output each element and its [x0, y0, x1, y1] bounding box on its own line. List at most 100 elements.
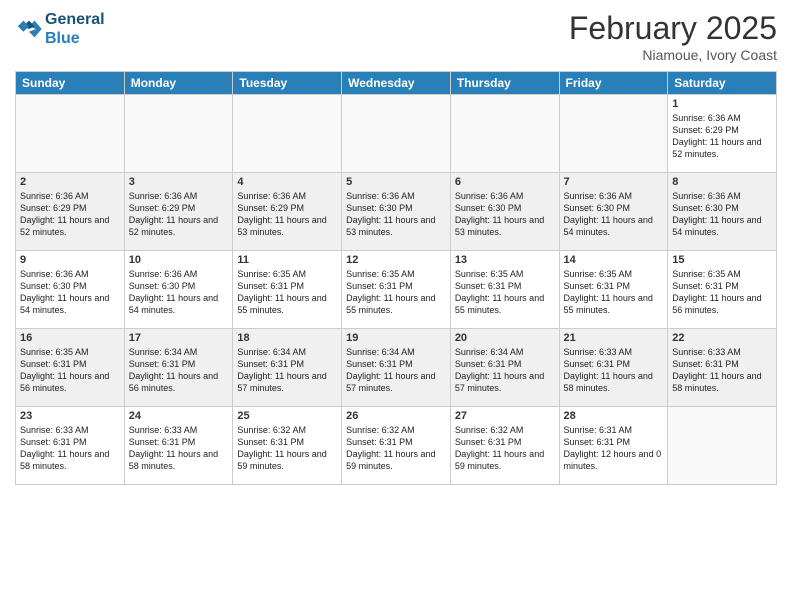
day-info: Sunrise: 6:35 AM Sunset: 6:31 PM Dayligh… [237, 268, 337, 317]
table-row: 20 Sunrise: 6:34 AM Sunset: 6:31 PM Dayli… [450, 329, 559, 407]
col-monday: Monday [124, 72, 233, 95]
table-row: 19 Sunrise: 6:34 AM Sunset: 6:31 PM Dayli… [342, 329, 451, 407]
day-info: Sunrise: 6:35 AM Sunset: 6:31 PM Dayligh… [455, 268, 555, 317]
day-number: 18 [237, 332, 337, 344]
day-number: 7 [564, 176, 664, 188]
day-info: Sunrise: 6:36 AM Sunset: 6:30 PM Dayligh… [564, 190, 664, 239]
logo-text: General Blue [45, 10, 105, 48]
day-info: Sunrise: 6:36 AM Sunset: 6:30 PM Dayligh… [346, 190, 446, 239]
logo: General Blue [15, 10, 105, 48]
day-number: 6 [455, 176, 555, 188]
day-number: 4 [237, 176, 337, 188]
table-row: 11 Sunrise: 6:35 AM Sunset: 6:31 PM Dayli… [233, 251, 342, 329]
day-number: 10 [129, 254, 229, 266]
day-info: Sunrise: 6:32 AM Sunset: 6:31 PM Dayligh… [455, 424, 555, 473]
table-row [233, 95, 342, 173]
header: General Blue February 2025 Niamoue, Ivor… [15, 10, 777, 63]
day-info: Sunrise: 6:36 AM Sunset: 6:29 PM Dayligh… [237, 190, 337, 239]
calendar-week-row: 1 Sunrise: 6:36 AM Sunset: 6:29 PM Daylig… [16, 95, 777, 173]
table-row: 5 Sunrise: 6:36 AM Sunset: 6:30 PM Daylig… [342, 173, 451, 251]
day-info: Sunrise: 6:33 AM Sunset: 6:31 PM Dayligh… [129, 424, 229, 473]
table-row [16, 95, 125, 173]
day-number: 25 [237, 410, 337, 422]
table-row: 7 Sunrise: 6:36 AM Sunset: 6:30 PM Daylig… [559, 173, 668, 251]
table-row: 27 Sunrise: 6:32 AM Sunset: 6:31 PM Dayli… [450, 407, 559, 485]
table-row: 22Sunrise: 6:33 AM Sunset: 6:31 PM Dayli… [668, 329, 777, 407]
day-number: 26 [346, 410, 446, 422]
day-number: 27 [455, 410, 555, 422]
day-info: Sunrise: 6:33 AM Sunset: 6:31 PM Dayligh… [20, 424, 120, 473]
table-row: 3 Sunrise: 6:36 AM Sunset: 6:29 PM Daylig… [124, 173, 233, 251]
day-number: 11 [237, 254, 337, 266]
table-row: 14 Sunrise: 6:35 AM Sunset: 6:31 PM Dayli… [559, 251, 668, 329]
table-row: 24 Sunrise: 6:33 AM Sunset: 6:31 PM Dayli… [124, 407, 233, 485]
table-row: 9 Sunrise: 6:36 AM Sunset: 6:30 PM Daylig… [16, 251, 125, 329]
day-info: Sunrise: 6:34 AM Sunset: 6:31 PM Dayligh… [346, 346, 446, 395]
table-row: 13 Sunrise: 6:35 AM Sunset: 6:31 PM Dayli… [450, 251, 559, 329]
day-info: Sunrise: 6:32 AM Sunset: 6:31 PM Dayligh… [346, 424, 446, 473]
table-row: 15Sunrise: 6:35 AM Sunset: 6:31 PM Dayli… [668, 251, 777, 329]
day-info: Sunrise: 6:33 AM Sunset: 6:31 PM Dayligh… [672, 346, 772, 395]
day-info: Sunrise: 6:34 AM Sunset: 6:31 PM Dayligh… [455, 346, 555, 395]
col-friday: Friday [559, 72, 668, 95]
table-row [124, 95, 233, 173]
day-info: Sunrise: 6:34 AM Sunset: 6:31 PM Dayligh… [129, 346, 229, 395]
table-row: 23 Sunrise: 6:33 AM Sunset: 6:31 PM Dayli… [16, 407, 125, 485]
day-info: Sunrise: 6:36 AM Sunset: 6:30 PM Dayligh… [20, 268, 120, 317]
day-info: Sunrise: 6:32 AM Sunset: 6:31 PM Dayligh… [237, 424, 337, 473]
table-row [559, 95, 668, 173]
day-info: Sunrise: 6:35 AM Sunset: 6:31 PM Dayligh… [564, 268, 664, 317]
table-row [342, 95, 451, 173]
day-number: 5 [346, 176, 446, 188]
table-row: 18 Sunrise: 6:34 AM Sunset: 6:31 PM Dayli… [233, 329, 342, 407]
logo-icon [15, 15, 43, 43]
table-row: 1 Sunrise: 6:36 AM Sunset: 6:29 PM Daylig… [668, 95, 777, 173]
day-number: 16 [20, 332, 120, 344]
col-saturday: Saturday [668, 72, 777, 95]
day-number: 9 [20, 254, 120, 266]
day-number: 28 [564, 410, 664, 422]
day-number: 13 [455, 254, 555, 266]
calendar-week-row: 9 Sunrise: 6:36 AM Sunset: 6:30 PM Daylig… [16, 251, 777, 329]
table-row: 12 Sunrise: 6:35 AM Sunset: 6:31 PM Dayli… [342, 251, 451, 329]
day-info: Sunrise: 6:36 AM Sunset: 6:29 PM Dayligh… [672, 112, 772, 161]
col-tuesday: Tuesday [233, 72, 342, 95]
day-number: 8 [672, 176, 772, 188]
day-info: Sunrise: 6:35 AM Sunset: 6:31 PM Dayligh… [672, 268, 772, 317]
day-number: 24 [129, 410, 229, 422]
day-info: Sunrise: 6:36 AM Sunset: 6:30 PM Dayligh… [672, 190, 772, 239]
day-info: Sunrise: 6:31 AM Sunset: 6:31 PM Dayligh… [564, 424, 664, 473]
table-row: 6Sunrise: 6:36 AM Sunset: 6:30 PM Daylig… [450, 173, 559, 251]
day-number: 21 [564, 332, 664, 344]
day-info: Sunrise: 6:35 AM Sunset: 6:31 PM Dayligh… [346, 268, 446, 317]
day-info: Sunrise: 6:35 AM Sunset: 6:31 PM Dayligh… [20, 346, 120, 395]
day-info: Sunrise: 6:36 AM Sunset: 6:30 PM Dayligh… [129, 268, 229, 317]
day-number: 12 [346, 254, 446, 266]
day-number: 1 [672, 98, 772, 110]
calendar-week-row: 23 Sunrise: 6:33 AM Sunset: 6:31 PM Dayli… [16, 407, 777, 485]
table-row: 17Sunrise: 6:34 AM Sunset: 6:31 PM Dayli… [124, 329, 233, 407]
table-row: 25 Sunrise: 6:32 AM Sunset: 6:31 PM Dayli… [233, 407, 342, 485]
title-block: February 2025 Niamoue, Ivory Coast [569, 10, 777, 63]
day-number: 23 [20, 410, 120, 422]
day-number: 3 [129, 176, 229, 188]
day-number: 14 [564, 254, 664, 266]
day-number: 19 [346, 332, 446, 344]
col-wednesday: Wednesday [342, 72, 451, 95]
table-row: 28 Sunrise: 6:31 AM Sunset: 6:31 PM Dayli… [559, 407, 668, 485]
table-row [450, 95, 559, 173]
day-info: Sunrise: 6:36 AM Sunset: 6:29 PM Dayligh… [129, 190, 229, 239]
table-row: 16 Sunrise: 6:35 AM Sunset: 6:31 PM Dayli… [16, 329, 125, 407]
day-info: Sunrise: 6:34 AM Sunset: 6:31 PM Dayligh… [237, 346, 337, 395]
day-info: Sunrise: 6:33 AM Sunset: 6:31 PM Dayligh… [564, 346, 664, 395]
table-row [668, 407, 777, 485]
day-number: 20 [455, 332, 555, 344]
table-row: 21 Sunrise: 6:33 AM Sunset: 6:31 PM Dayli… [559, 329, 668, 407]
table-row: 26 Sunrise: 6:32 AM Sunset: 6:31 PM Dayli… [342, 407, 451, 485]
day-info: Sunrise: 6:36 AM Sunset: 6:29 PM Dayligh… [20, 190, 120, 239]
table-row: 8 Sunrise: 6:36 AM Sunset: 6:30 PM Daylig… [668, 173, 777, 251]
calendar-header-row: Sunday Monday Tuesday Wednesday Thursday… [16, 72, 777, 95]
day-number: 2 [20, 176, 120, 188]
month-title: February 2025 [569, 10, 777, 47]
table-row: 10 Sunrise: 6:36 AM Sunset: 6:30 PM Dayli… [124, 251, 233, 329]
